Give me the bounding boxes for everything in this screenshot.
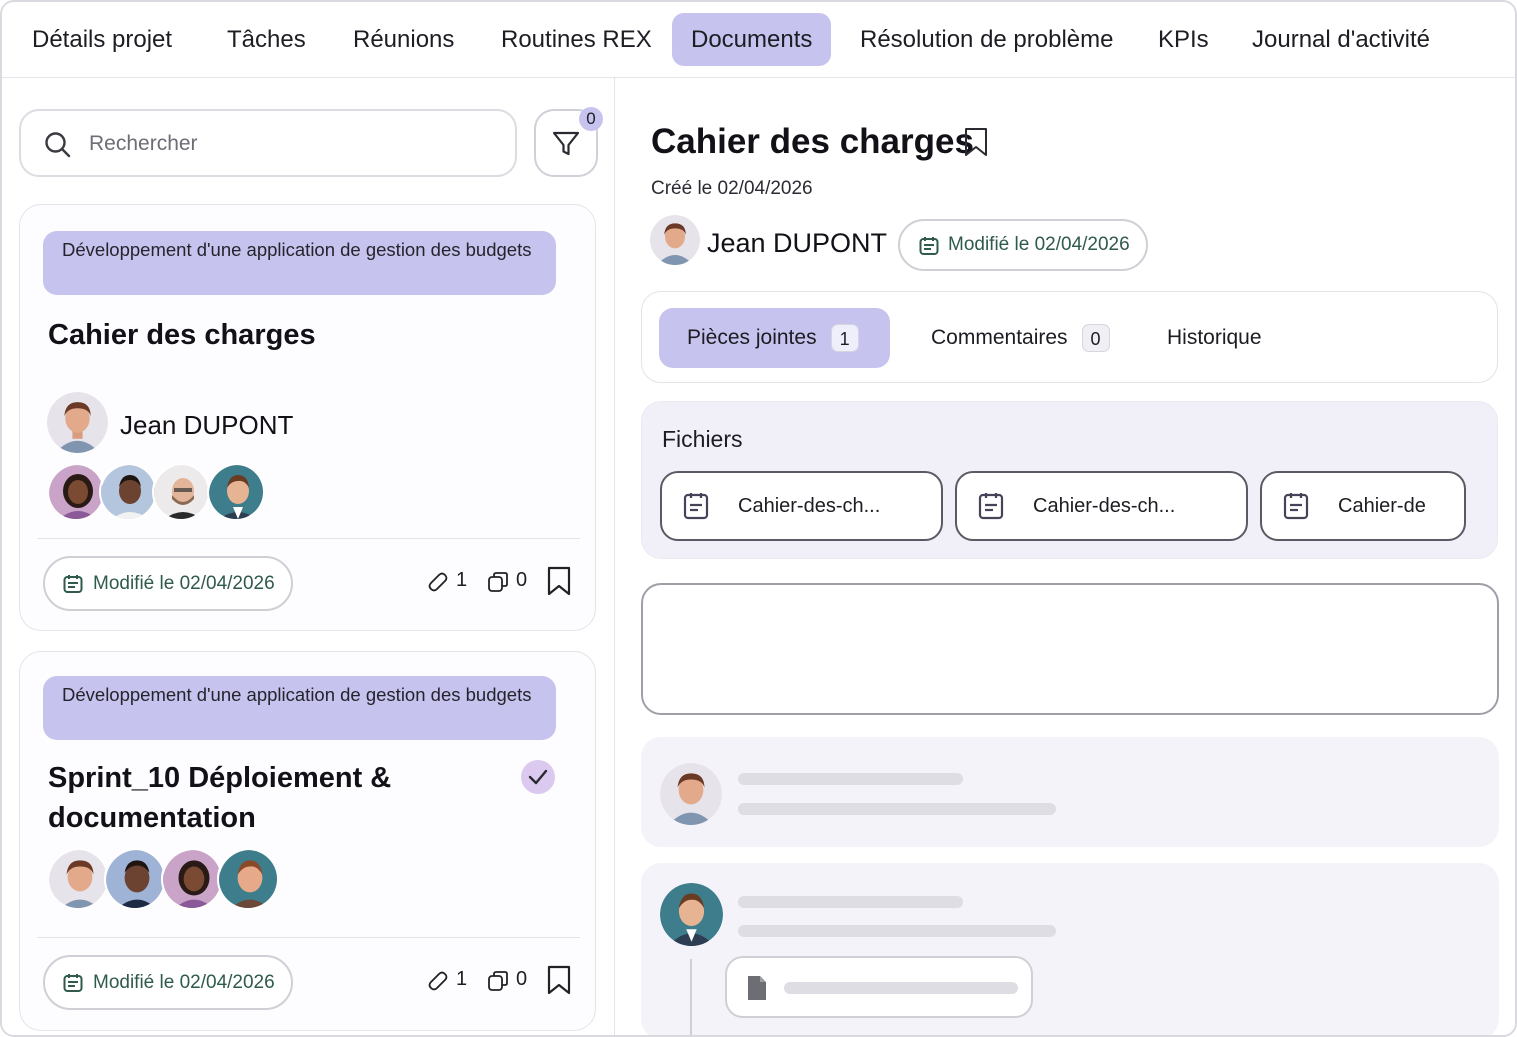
member-avatar	[207, 463, 265, 521]
modified-date-badge: Modifié le 02/04/2026	[898, 219, 1148, 271]
member-avatar	[217, 848, 279, 910]
document-detail-panel: Cahier des charges Créé le 02/04/2026 Je…	[616, 78, 1515, 1035]
app-window: Détails projet Tâches Réunions Routines …	[0, 0, 1517, 1037]
attachment-count: 1	[456, 569, 468, 591]
card-title: Sprint_10 Déploiement & documentation	[48, 762, 392, 834]
attachment-count: 1	[456, 968, 468, 990]
tab-kpis[interactable]: KPIs	[1140, 13, 1227, 66]
owner-avatar	[650, 215, 700, 265]
calendar-icon	[919, 237, 939, 255]
avatar	[660, 883, 723, 946]
member-avatar	[152, 463, 210, 521]
member-avatar	[99, 463, 157, 521]
card-title: Cahier des charges	[48, 319, 316, 351]
tab-commentaires[interactable]: Commentaires 0	[909, 308, 1132, 368]
tab-journal-activite[interactable]: Journal d'activité	[1234, 13, 1448, 66]
detail-tabs: Pièces jointes 1 Commentaires 0 Historique	[641, 291, 1498, 383]
tab-label: Pièces jointes	[687, 326, 817, 349]
skeleton-line	[738, 803, 1056, 815]
modified-date-text: Modifié le 02/04/2026	[948, 234, 1130, 255]
bookmark-icon[interactable]	[963, 126, 989, 158]
owner-name: Jean DUPONT	[707, 228, 888, 258]
attachments-count-badge: 1	[830, 324, 859, 353]
bookmark-icon[interactable]	[546, 964, 572, 996]
document-list-panel: 0 Développement d'une application de ges…	[2, 78, 615, 1035]
comment-input-box[interactable]	[641, 583, 1499, 715]
skeleton-line	[738, 896, 963, 908]
loading-placeholder	[641, 863, 1499, 1035]
search-box	[19, 109, 517, 177]
modified-date-text: Modifié le 02/04/2026	[93, 972, 275, 993]
completed-check	[521, 760, 555, 794]
file-chip[interactable]: Cahier-de	[1260, 471, 1466, 541]
attachment-icon	[428, 572, 448, 592]
attachment-icon	[428, 971, 448, 991]
calendar-icon	[63, 575, 83, 593]
check-icon	[528, 769, 548, 785]
skeleton-line	[784, 982, 1018, 994]
member-avatar	[47, 848, 109, 910]
owner-avatar	[47, 392, 108, 453]
comment-icon	[488, 971, 508, 991]
document-card[interactable]: Développement d'une application de gesti…	[19, 204, 596, 631]
comment-icon	[488, 572, 508, 592]
modified-date-text: Modifié le 02/04/2026	[93, 573, 275, 594]
skeleton-line	[738, 773, 963, 785]
file-chip[interactable]: Cahier-des-ch...	[660, 471, 943, 541]
tab-documents[interactable]: Documents	[672, 13, 832, 66]
tab-routines-rex[interactable]: Routines REX	[483, 13, 670, 66]
tab-label: Commentaires	[931, 326, 1068, 349]
skeleton-line	[738, 925, 1056, 937]
document-icon	[683, 493, 709, 520]
files-section: Fichiers Cahier-des-ch... Cahier-des-ch.…	[641, 401, 1498, 559]
file-name: Cahier-des-ch...	[1033, 495, 1176, 517]
file-name: Cahier-de	[1338, 495, 1426, 517]
document-title: Cahier des charges	[651, 122, 974, 161]
search-icon	[45, 132, 71, 158]
tab-taches[interactable]: Tâches	[209, 13, 324, 66]
tab-pieces-jointes[interactable]: Pièces jointes 1	[659, 308, 890, 368]
filter-count-badge: 0	[579, 107, 603, 131]
loading-placeholder	[641, 737, 1499, 847]
search-input[interactable]	[89, 125, 499, 163]
files-heading: Fichiers	[662, 426, 743, 452]
created-date: Créé le 02/04/2026	[651, 178, 813, 199]
document-card[interactable]: Développement d'une application de gesti…	[19, 651, 596, 1031]
document-icon	[1283, 493, 1309, 520]
comments-count-badge: 0	[1081, 324, 1110, 353]
tab-details-projet[interactable]: Détails projet	[14, 13, 190, 66]
tab-historique[interactable]: Historique	[1145, 308, 1284, 368]
thread-line	[690, 959, 692, 1035]
card-divider	[37, 937, 580, 938]
modified-date-badge: Modifié le 02/04/2026	[43, 556, 293, 611]
card-divider	[37, 538, 580, 539]
file-chip[interactable]: Cahier-des-ch...	[955, 471, 1248, 541]
member-avatar	[161, 848, 223, 910]
owner-name: Jean DUPONT	[120, 410, 294, 440]
tab-resolution-probleme[interactable]: Résolution de problème	[842, 13, 1132, 66]
comment-count: 0	[516, 569, 528, 591]
top-navigation: Détails projet Tâches Réunions Routines …	[2, 2, 1515, 78]
project-tag: Développement d'une application de gesti…	[43, 231, 556, 295]
avatar	[660, 763, 722, 825]
file-name: Cahier-des-ch...	[738, 495, 881, 517]
calendar-icon	[63, 974, 83, 992]
comment-count: 0	[516, 968, 528, 990]
member-avatar	[104, 848, 166, 910]
bookmark-icon[interactable]	[546, 565, 572, 597]
tab-reunions[interactable]: Réunions	[335, 13, 472, 66]
file-icon	[748, 976, 766, 1000]
modified-date-badge: Modifié le 02/04/2026	[43, 955, 293, 1010]
document-icon	[978, 493, 1004, 520]
member-avatar	[47, 463, 105, 521]
filter-icon	[552, 131, 580, 156]
attachment-placeholder	[725, 956, 1033, 1018]
project-tag: Développement d'une application de gesti…	[43, 676, 556, 740]
